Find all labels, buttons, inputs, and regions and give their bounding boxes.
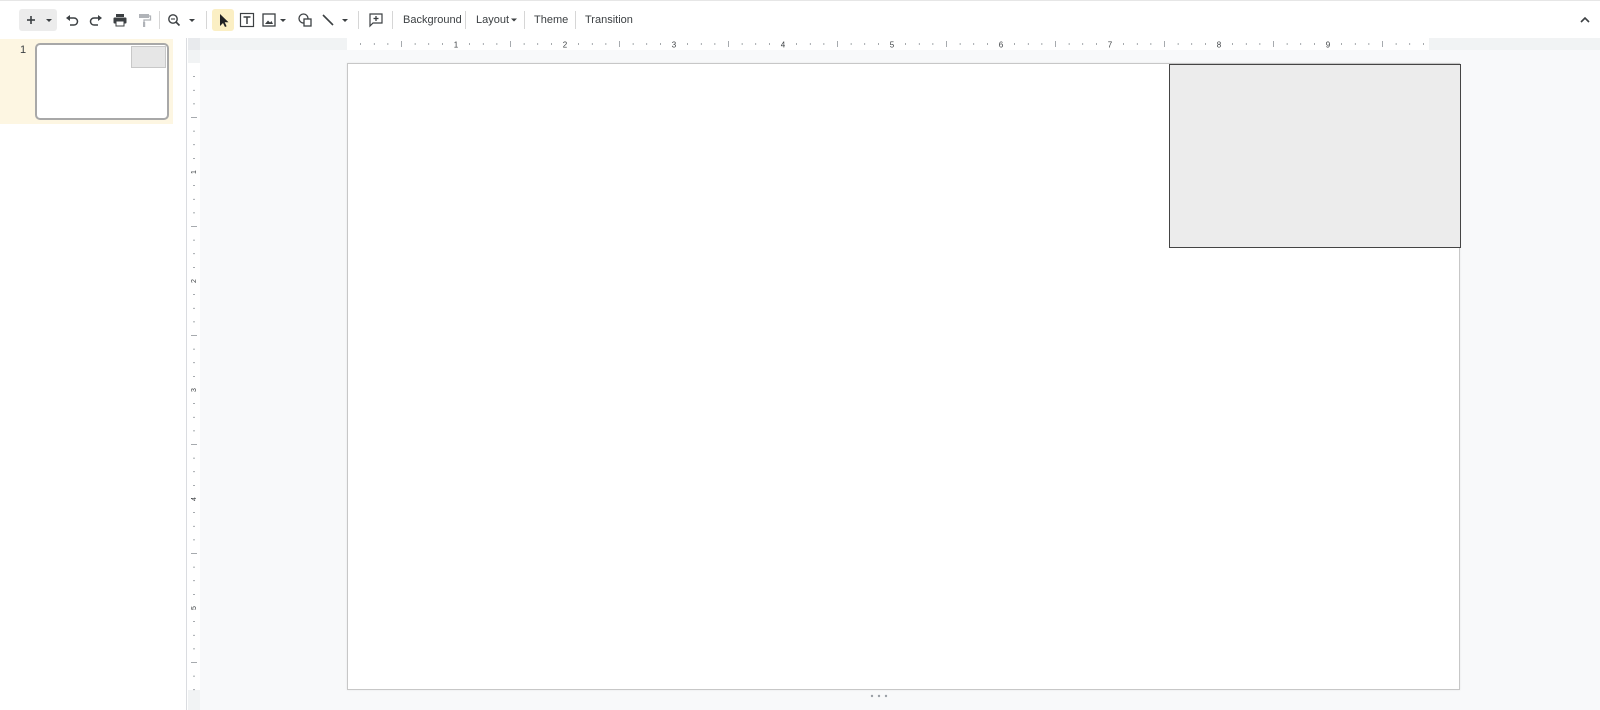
text-box-icon — [239, 12, 255, 28]
line-button[interactable] — [320, 9, 354, 31]
image-button[interactable] — [261, 9, 291, 31]
vertical-ruler-ticks: 1 2 3 4 5 — [188, 63, 200, 691]
resize-handle-icon[interactable] — [868, 693, 890, 699]
chevron-up-icon — [1580, 16, 1590, 23]
paint-format-button[interactable] — [134, 9, 154, 31]
theme-button[interactable]: Theme — [532, 9, 570, 31]
shape-button[interactable] — [295, 9, 315, 31]
toolbar-divider — [358, 11, 359, 29]
transition-button[interactable]: Transition — [583, 9, 635, 31]
rectangle-shape[interactable] — [1169, 64, 1461, 248]
vertical-ruler[interactable]: 1 2 3 4 5 — [188, 50, 200, 710]
horizontal-ruler[interactable]: 1 2 3 4 5 6 7 8 9 — [200, 38, 1600, 50]
ruler-label: 4 — [781, 41, 786, 50]
plus-icon — [27, 16, 35, 24]
zoom-icon — [168, 14, 181, 27]
ruler-label: 3 — [191, 388, 198, 392]
caret-down-icon — [280, 19, 286, 22]
ruler-label: 8 — [1217, 41, 1222, 50]
slide-canvas[interactable] — [347, 63, 1461, 690]
ruler-label: 2 — [191, 279, 198, 283]
layout-button-label: Layout — [476, 14, 510, 26]
slide-number: 1 — [20, 44, 27, 56]
toolbar-divider — [206, 11, 207, 29]
toolbar-divider — [159, 11, 160, 29]
zoom-button[interactable] — [166, 9, 200, 31]
background-button[interactable]: Background — [401, 9, 464, 31]
redo-icon — [89, 15, 102, 26]
ruler-label: 6 — [999, 41, 1004, 50]
slide-editor: 1 2 3 4 5 6 7 8 9 1 2 3 4 5 — [188, 38, 1600, 710]
ruler-label: 1 — [191, 170, 198, 174]
ruler-label: 9 — [1326, 41, 1331, 50]
line-icon — [322, 14, 334, 26]
shape-icon — [298, 13, 312, 27]
text-box-button[interactable] — [237, 9, 257, 31]
new-slide-button[interactable] — [19, 9, 57, 31]
add-comment-icon — [369, 13, 383, 28]
ruler-corner — [188, 38, 200, 50]
caret-down-icon — [511, 18, 518, 22]
toolbar: Background Layout Theme Transition — [0, 0, 1600, 38]
select-cursor-icon — [220, 14, 229, 27]
image-icon — [262, 13, 276, 27]
slide-thumbnail[interactable] — [35, 43, 169, 120]
filmstrip-slide-item[interactable]: 1 — [0, 39, 173, 124]
caret-down-icon — [189, 19, 195, 22]
print-icon — [113, 14, 127, 27]
undo-button[interactable] — [62, 9, 82, 31]
ruler-label: 5 — [890, 41, 895, 50]
collapse-toolbar-button[interactable] — [1576, 9, 1594, 31]
toolbar-divider — [575, 11, 576, 29]
toolbar-divider — [465, 11, 466, 29]
ruler-label: 3 — [672, 41, 677, 50]
caret-down-icon — [46, 19, 52, 22]
ruler-label: 7 — [1108, 41, 1113, 50]
toolbar-divider — [392, 11, 393, 29]
slide-filmstrip: 1 — [0, 38, 187, 710]
select-tool-button[interactable] — [212, 9, 234, 31]
redo-button[interactable] — [86, 9, 106, 31]
ruler-label: 1 — [454, 41, 459, 50]
horizontal-ruler-ticks: 1 2 3 4 5 6 7 8 9 — [347, 38, 1429, 50]
toolbar-divider — [524, 11, 525, 29]
ruler-label: 4 — [191, 497, 198, 501]
ruler-label: 5 — [191, 606, 198, 610]
thumbnail-shape — [131, 46, 166, 68]
caret-down-icon — [342, 19, 348, 22]
layout-button[interactable]: Layout — [474, 9, 520, 31]
add-comment-button[interactable] — [366, 9, 386, 31]
print-button[interactable] — [110, 9, 130, 31]
undo-icon — [66, 15, 79, 26]
paint-format-icon — [139, 14, 152, 27]
ruler-label: 2 — [563, 41, 568, 50]
